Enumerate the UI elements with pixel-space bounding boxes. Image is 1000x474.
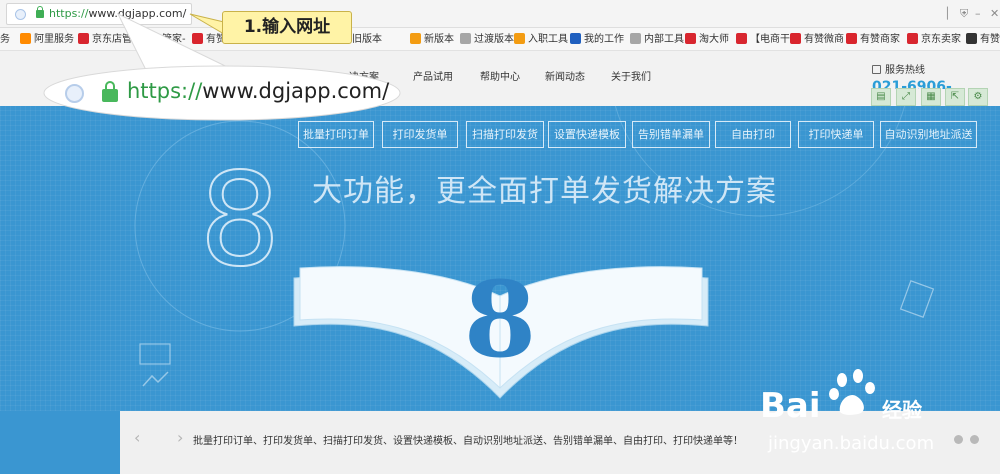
bookmark-label: 我的工作 — [584, 34, 624, 45]
nav-trial[interactable]: 产品试用 — [413, 68, 453, 83]
bookmark-item[interactable]: 新版本 — [410, 32, 454, 47]
zoomed-url: https://www.dgjapp.com/ — [127, 79, 390, 103]
feature-auto-address[interactable]: 自动识别地址派送 — [880, 121, 977, 148]
secure-lock-icon — [36, 6, 44, 18]
bookmark-label: 有赞商城 — [980, 34, 1000, 45]
feature-summary: 批量打印订单、打印发货单、扫描打印发货、设置快递模板、自动识别地址派送、告别错单… — [193, 436, 743, 447]
fullscreen-icon[interactable]: ⤢ — [896, 88, 916, 106]
bookmark-favicon-icon — [630, 33, 641, 44]
page-globe-icon — [15, 9, 26, 20]
bookmark-favicon-icon — [966, 33, 977, 44]
address-url[interactable]: https://www.dgjapp.com/ — [49, 7, 186, 20]
feature-print-invoice[interactable]: 打印发货单 — [382, 121, 458, 148]
bookmark-favicon-icon — [570, 33, 581, 44]
shield-icon[interactable]: ⛨ — [960, 7, 968, 21]
bookmark-item[interactable]: 阿里服务 — [20, 32, 74, 47]
bookmark-label: 过渡版本 — [474, 34, 514, 45]
feature-no-errors[interactable]: 告别错单漏单 — [632, 121, 710, 148]
bookmark-item[interactable]: 【电商干 — [736, 32, 790, 47]
bookmark-favicon-icon — [138, 33, 149, 44]
bookmark-item[interactable]: 有赞商城 — [966, 32, 1000, 47]
bookmark-label: 入职工具 — [528, 34, 568, 45]
paw-icon — [829, 369, 875, 415]
bookmark-item[interactable]: 入职工具 — [514, 32, 568, 47]
address-bar[interactable]: https://www.dgjapp.com/ — [6, 3, 192, 25]
bookmark-label: 阿里服务 — [34, 34, 74, 45]
bookmark-favicon-icon — [685, 33, 696, 44]
bookmark-favicon-icon — [790, 33, 801, 44]
bookmark-favicon-icon — [907, 33, 918, 44]
bookmark-label: 京东店管 — [92, 34, 132, 45]
nav-news[interactable]: 新闻动态 — [545, 68, 585, 83]
bookmark-favicon-icon — [192, 33, 203, 44]
bookmark-label: 旧版本 — [352, 34, 382, 45]
hero-banner: 8 8 大功能，更全面打单发货解决方案 — [0, 106, 1000, 411]
prev-arrow-icon[interactable]: ‹ — [134, 428, 140, 447]
bookmark-label: 【电商干 — [750, 34, 790, 45]
bookmark-label: 淘大师 — [699, 34, 729, 45]
minimize-icon[interactable]: – — [975, 7, 981, 21]
hero-title: 大功能，更全面打单发货解决方案 — [312, 174, 777, 209]
bookmark-favicon-icon — [460, 33, 471, 44]
book-number: 8 — [464, 258, 536, 381]
zoom-globe-icon — [65, 84, 84, 103]
bookmark-label: 新版本 — [424, 34, 454, 45]
feature-free-print[interactable]: 自由打印 — [715, 121, 791, 148]
step-label: 1.输入网址 — [222, 11, 352, 44]
carousel-dot[interactable] — [954, 435, 963, 444]
speaker-icon — [872, 65, 881, 74]
zoomed-address: https://www.dgjapp.com/ — [46, 74, 398, 112]
bookmark-item[interactable]: 京东卖家 — [907, 32, 961, 47]
bookmark-label: 务 — [0, 34, 10, 45]
carousel-dot[interactable] — [970, 435, 979, 444]
feature-express-template[interactable]: 设置快递模板 — [548, 121, 626, 148]
feature-scan-print[interactable]: 扫描打印发货 — [466, 121, 544, 148]
feature-batch-print[interactable]: 批量打印订单 — [298, 121, 374, 148]
menu-icon[interactable]: │ — [944, 7, 951, 21]
bookmark-label: 有赞商家 — [860, 34, 900, 45]
browser-toolbar: https://www.dgjapp.com/ ⛨ │ – ✕ — [0, 0, 1000, 28]
zoom-lock-icon — [102, 81, 118, 102]
share-icon[interactable]: ⇱ — [945, 88, 965, 106]
bookmark-label: 店管家- — [152, 34, 186, 45]
watermark-url: jingyan.baidu.com — [768, 433, 935, 454]
bookmark-favicon-icon — [736, 33, 747, 44]
feature-print-waybill[interactable]: 打印快递单 — [798, 121, 874, 148]
nav-help[interactable]: 帮助中心 — [480, 68, 520, 83]
watermark-brand: Bai — [760, 386, 821, 426]
bookmark-item[interactable]: 有赞商家 — [846, 32, 900, 47]
bookmark-label: 内部工具 — [644, 34, 684, 45]
bookmark-item[interactable]: 有赞 — [192, 32, 226, 47]
bookmark-favicon-icon — [846, 33, 857, 44]
watermark-brand-cn: 经验 — [882, 398, 922, 422]
bookmark-favicon-icon — [514, 33, 525, 44]
bookmark-item[interactable]: 过渡版本 — [460, 32, 514, 47]
bookmark-item[interactable]: 我的工作 — [570, 32, 624, 47]
hero-artwork: 8 8 — [134, 106, 935, 399]
bookmark-item[interactable]: 有赞微商 — [790, 32, 844, 47]
service-hotline: 服务热线 — [872, 61, 925, 76]
book-icon[interactable]: ▤ — [871, 88, 891, 106]
hero-big-number: 8 — [199, 146, 280, 295]
grid-icon[interactable]: ▦ — [921, 88, 941, 106]
bookmark-label: 京东卖家 — [921, 34, 961, 45]
close-icon[interactable]: ✕ — [990, 7, 999, 21]
bookmark-label: 有赞微商 — [804, 34, 844, 45]
bookmark-item[interactable]: 内部工具 — [630, 32, 684, 47]
bookmark-item[interactable]: 店管家- — [138, 32, 186, 47]
bookmark-favicon-icon — [20, 33, 31, 44]
bookmark-item[interactable]: 京东店管 — [78, 32, 132, 47]
settings-icon[interactable]: ⚙ — [968, 88, 988, 106]
bookmarks-bar: 务 阿里服务 京东店管 店管家- 有赞 旧版本 新版本 过渡版本 入职工具 我的工作 内部工具 淘大师… — [0, 28, 1000, 51]
banner-edge — [0, 411, 120, 474]
bookmark-item[interactable]: 务 — [0, 32, 10, 47]
bookmark-favicon-icon — [410, 33, 421, 44]
bookmark-favicon-icon — [78, 33, 89, 44]
next-arrow-icon[interactable]: › — [177, 428, 183, 447]
nav-about[interactable]: 关于我们 — [611, 68, 651, 83]
bookmark-item[interactable]: 淘大师 — [685, 32, 729, 47]
